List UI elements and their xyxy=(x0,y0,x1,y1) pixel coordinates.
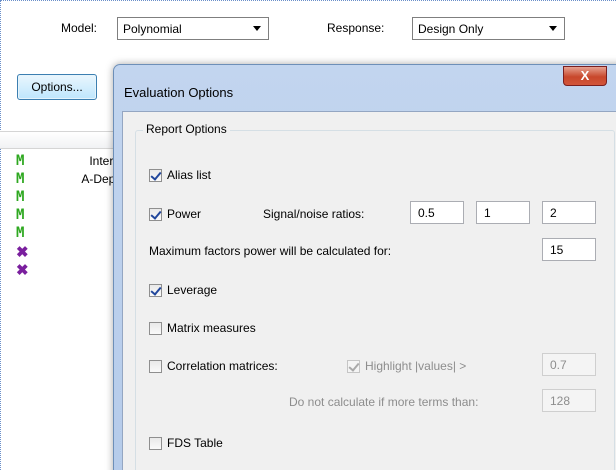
dialog-body: Report Options Alias list Power Signal/n… xyxy=(122,111,616,470)
fds-table-checkbox[interactable] xyxy=(149,437,162,450)
response-label: Response: xyxy=(327,21,385,35)
alias-list-label: Alias list xyxy=(167,168,212,182)
term-row[interactable]: ✖ A⁵ xyxy=(0,242,130,261)
leverage-checkbox[interactable] xyxy=(149,284,162,297)
alias-list-checkbox[interactable] xyxy=(149,169,162,182)
model-term-icon: M xyxy=(16,225,25,241)
term-list-header xyxy=(0,131,130,149)
term-row[interactable]: M A-Depar xyxy=(0,170,130,188)
model-label: Model: xyxy=(61,21,98,35)
correlation-matrices-checkbox[interactable] xyxy=(149,360,162,373)
matrix-measures-label: Matrix measures xyxy=(167,321,256,335)
model-term-icon: M xyxy=(16,189,25,205)
chevron-down-icon xyxy=(549,26,557,31)
term-row[interactable]: M A² xyxy=(0,188,130,206)
close-button[interactable]: X xyxy=(563,66,607,86)
signal-noise-label: Signal/noise ratios: xyxy=(263,207,365,221)
signal-noise-input-1[interactable]: 0.5 xyxy=(410,201,464,224)
model-term-icon: M xyxy=(16,171,25,187)
max-factors-label: Maximum factors power will be calculated… xyxy=(149,244,392,258)
dialog-title: Evaluation Options xyxy=(124,85,234,100)
report-options-title: Report Options xyxy=(143,122,230,136)
excluded-term-icon: ✖ xyxy=(16,262,29,279)
response-value: Design Only xyxy=(418,22,484,36)
power-checkbox[interactable] xyxy=(149,208,162,221)
model-term-icon: M xyxy=(16,207,25,223)
signal-noise-input-3[interactable]: 2 xyxy=(542,201,596,224)
model-value: Polynomial xyxy=(123,22,182,36)
model-term-icon: M xyxy=(16,153,25,169)
evaluation-options-dialog: Evaluation Options X Report Options Alia… xyxy=(113,64,616,470)
response-dropdown[interactable]: Design Only xyxy=(412,17,565,40)
highlight-checkbox[interactable] xyxy=(347,360,360,373)
highlight-threshold-input[interactable]: 0.7 xyxy=(542,353,596,376)
do-not-calc-label: Do not calculate if more terms than: xyxy=(289,395,479,409)
term-row[interactable]: M Interce xyxy=(0,152,130,170)
power-label: Power xyxy=(167,207,202,221)
do-not-calc-input[interactable]: 128 xyxy=(542,389,596,412)
term-row[interactable]: ✖ A⁶ xyxy=(0,260,130,279)
leverage-label: Leverage xyxy=(167,283,218,297)
term-row[interactable]: M A³ xyxy=(0,206,130,224)
matrix-measures-checkbox[interactable] xyxy=(149,322,162,335)
max-factors-input[interactable]: 15 xyxy=(542,238,596,261)
close-icon: X xyxy=(580,68,590,83)
term-row[interactable]: M A⁴ xyxy=(0,224,130,242)
correlation-matrices-label: Correlation matrices: xyxy=(167,359,278,373)
excluded-term-icon: ✖ xyxy=(16,244,29,261)
model-dropdown[interactable]: Polynomial xyxy=(117,17,269,40)
signal-noise-input-2[interactable]: 1 xyxy=(476,201,530,224)
chevron-down-icon xyxy=(253,26,261,31)
fds-table-label: FDS Table xyxy=(167,436,223,450)
highlight-label: Highlight |values| > xyxy=(365,359,467,373)
options-button[interactable]: Options... xyxy=(17,74,97,100)
